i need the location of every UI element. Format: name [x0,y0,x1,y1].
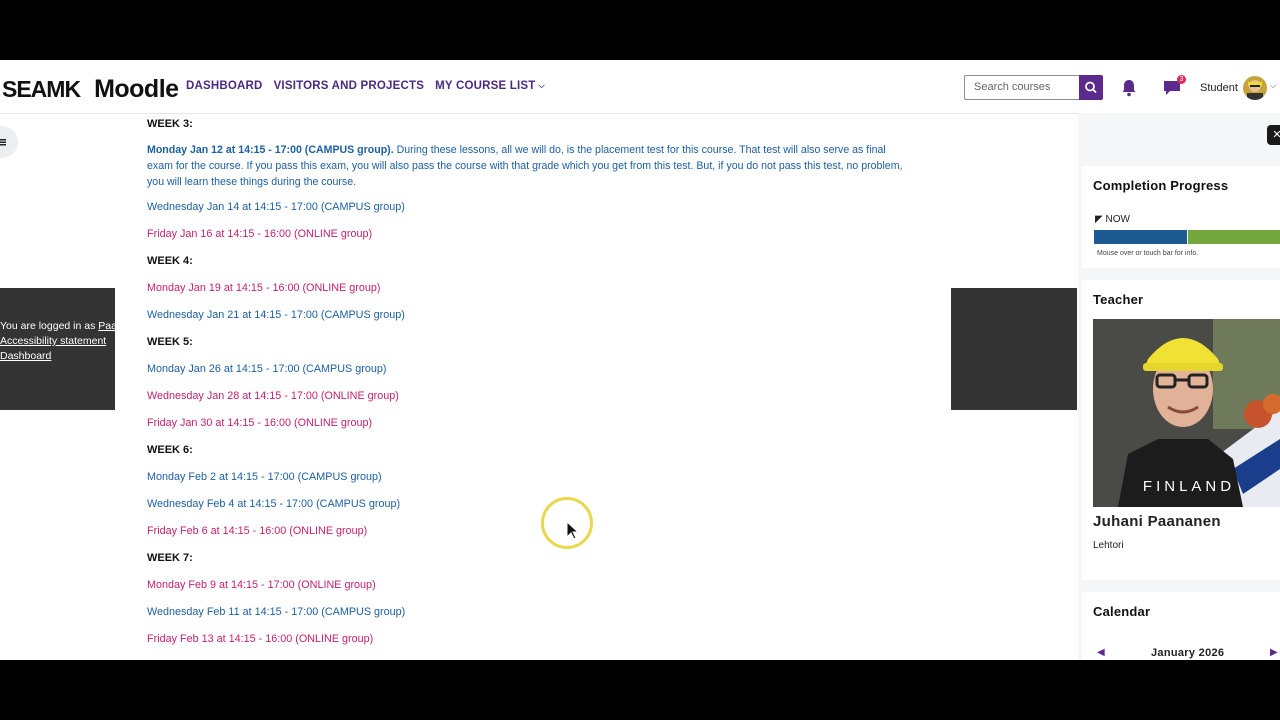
footer-dashboard-link[interactable]: Dashboard [0,350,115,362]
notifications-bell-icon[interactable] [1121,79,1137,97]
close-icon: ✕ [1272,129,1280,141]
course-section-content: WEEK 3: Monday Jan 12 at 14:15 - 17:00 (… [147,117,927,659]
calendar-previous-month-icon[interactable]: ◀ [1097,647,1105,658]
site-logo[interactable]: SEAMK Moodle [2,74,179,104]
nav-my-course-list-label: MY COURSE LIST [435,80,536,92]
now-marker-icon: ◤ [1095,214,1103,225]
user-name[interactable]: Student [1200,82,1238,94]
calendar-month: January 2026 [1151,647,1225,659]
schedule-item: Monday Jan 19 at 14:15 - 16:00 (ONLINE g… [147,282,381,294]
schedule-item: Monday Feb 2 at 14:15 - 17:00 (CAMPUS gr… [147,471,382,483]
nav-my-course-list[interactable]: MY COURSE LIST ⌵ [435,80,545,92]
schedule-item: Wednesday Jan 14 at 14:15 - 17:00 (CAMPU… [147,201,405,213]
primary-nav: DASHBOARD VISITORS AND PROJECTS MY COURS… [186,80,545,92]
calendar-title: Calendar [1093,604,1151,619]
mouse-pointer-icon [566,521,580,540]
teacher-block: Teacher FINLAND Juhani Paananen Lehtori [1082,280,1280,580]
search-button[interactable] [1079,75,1103,100]
now-marker: ◤ NOW [1095,214,1130,225]
logo-moodle: Moodle [94,74,179,103]
logged-in-prefix: You are logged in as [0,320,99,332]
completion-progress-block: Completion Progress ◤ NOW Mouse over or … [1082,166,1280,268]
teacher-title: Teacher [1093,292,1144,307]
user-menu-chevron-icon[interactable]: ⌵ [1270,81,1276,91]
completion-hint: Mouse over or touch bar for info. [1097,250,1199,257]
week-heading: WEEK 5: [147,336,193,348]
progress-segment-upcoming[interactable] [1188,230,1280,244]
placement-test-paragraph: Monday Jan 12 at 14:15 - 17:00 (CAMPUS g… [147,142,912,190]
week-heading: WEEK 6: [147,444,193,456]
menu-icon [0,139,6,146]
nav-dashboard[interactable]: DASHBOARD [186,80,263,92]
course-index-toggle[interactable] [0,126,18,158]
placement-test-date: Monday Jan 12 at 14:15 - 17:00 (CAMPUS g… [147,144,394,156]
now-label: NOW [1105,214,1130,225]
schedule-item: Friday Jan 30 at 14:15 - 16:00 (ONLINE g… [147,417,373,429]
calendar-next-month-icon[interactable]: ▶ [1270,647,1278,658]
photo-caption: FINLAND [1143,478,1235,495]
calendar-block: Calendar ◀ January 2026 ▶ [1082,592,1280,660]
logo-seamk: SEAMK [2,75,81,102]
completion-progress-title: Completion Progress [1093,178,1229,193]
close-drawer-button[interactable]: ✕ [1267,125,1280,145]
schedule-item: Friday Feb 13 at 14:15 - 16:00 (ONLINE g… [147,633,374,645]
logged-in-user-link[interactable]: Paa [98,320,115,332]
week-heading: WEEK 7: [147,552,193,564]
footer-panel [951,288,1077,410]
schedule-item: Friday Jan 16 at 14:15 - 16:00 (ONLINE g… [147,228,373,240]
chevron-down-icon: ⌵ [538,81,545,90]
schedule-item: Wednesday Feb 11 at 14:15 - 17:00 (CAMPU… [147,606,406,618]
message-count-badge: 3 [1177,75,1186,84]
schedule-item: Wednesday Jan 21 at 14:15 - 17:00 (CAMPU… [147,309,405,321]
search-icon [1085,81,1097,94]
teacher-photo: FINLAND [1093,319,1280,507]
teacher-role: Lehtori [1093,540,1124,551]
avatar[interactable] [1243,76,1267,100]
schedule-item: Wednesday Feb 4 at 14:15 - 17:00 (CAMPUS… [147,498,401,510]
top-navbar: SEAMK Moodle DASHBOARD VISITORS AND PROJ… [0,60,1280,114]
logged-in-text: You are logged in as Paa [0,320,115,332]
nav-visitors-and-projects[interactable]: VISITORS AND PROJECTS [274,80,425,92]
search-input[interactable]: Search courses [964,75,1079,100]
week-heading: WEEK 4: [147,255,193,267]
schedule-item: Friday Feb 6 at 14:15 - 16:00 (ONLINE gr… [147,525,368,537]
accessibility-statement-link[interactable]: Accessibility statement [0,335,115,347]
schedule-item: Monday Jan 26 at 14:15 - 17:00 (CAMPUS g… [147,363,387,375]
schedule-item: Monday Feb 9 at 14:15 - 17:00 (ONLINE gr… [147,579,376,591]
schedule-item: Wednesday Jan 28 at 14:15 - 17:00 (ONLIN… [147,390,399,402]
teacher-name[interactable]: Juhani Paananen [1093,513,1221,530]
week-heading: WEEK 3: [147,118,193,130]
footer-popover: You are logged in as Paa Accessibility s… [0,288,115,410]
progress-segment-completed[interactable] [1094,230,1187,244]
browser-viewport: SEAMK Moodle DASHBOARD VISITORS AND PROJ… [0,60,1280,660]
